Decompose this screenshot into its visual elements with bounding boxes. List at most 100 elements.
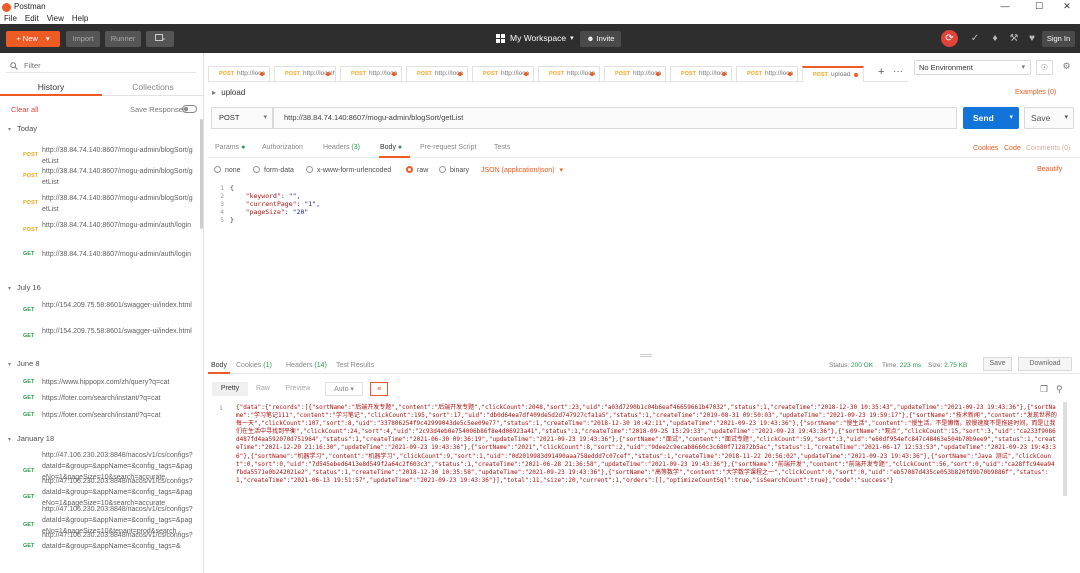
minimize-button[interactable]: — <box>990 0 1020 13</box>
resp-tab-cookies[interactable]: Cookies (1) <box>236 362 272 369</box>
request-body-editor[interactable]: 1{2 "keyword": "", 3 "currentPage": "1", 4… <box>210 180 1078 350</box>
tab-pre-request-script[interactable]: Pre-request Script <box>420 144 476 151</box>
add-tab-button[interactable]: + <box>878 66 884 78</box>
json-colon: : <box>284 208 293 216</box>
body-format-select[interactable]: JSON (application/json) ▾ <box>481 166 563 174</box>
menu-view[interactable]: View <box>47 13 64 24</box>
request-tab[interactable]: POST http://loca <box>670 66 732 82</box>
examples-dropdown[interactable]: Examples (0) <box>1015 89 1056 96</box>
runner-button[interactable]: Runner <box>105 31 141 47</box>
chevron-down-icon[interactable]: ▾ <box>1064 108 1068 128</box>
resp-tab-body[interactable]: Body <box>211 362 227 369</box>
more-tabs-icon[interactable]: ··· <box>893 66 903 77</box>
request-name[interactable]: ▸ upload <box>212 88 245 97</box>
bell-icon[interactable]: ♦ <box>988 32 1002 46</box>
history-item[interactable]: POST http://38.84.74.140:8607/mogu-admin/… <box>0 166 200 188</box>
tab-params[interactable]: Params ● <box>215 144 245 151</box>
response-scrollbar[interactable] <box>1063 402 1067 496</box>
new-button[interactable]: + New ▾ <box>6 31 60 47</box>
tab-collections[interactable]: Collections <box>102 82 203 92</box>
request-tab[interactable]: POST http://loca <box>538 66 600 82</box>
tab-body[interactable]: Body ● <box>380 144 402 151</box>
history-group-header[interactable]: ▾ June 8 <box>8 359 40 368</box>
new-window-button[interactable] <box>146 31 174 47</box>
save-responses-toggle[interactable] <box>182 105 197 113</box>
sync-icon[interactable]: ⟳ <box>941 30 958 47</box>
history-item[interactable]: GET http://38.84.74.140:8607/mogu-admin/a… <box>0 249 200 260</box>
request-tab[interactable]: POST http://loca <box>208 66 270 82</box>
comments-link[interactable]: Comments (0) <box>1026 145 1070 152</box>
request-tab[interactable]: POST http://loca <box>736 66 798 82</box>
history-item[interactable]: POST http://38.84.74.140:8607/mogu-admin/… <box>0 145 200 167</box>
tab-tests[interactable]: Tests <box>494 144 510 151</box>
environment-select[interactable]: No Environment ▾ <box>914 60 1031 75</box>
search-icon[interactable]: ⚲ <box>1056 384 1063 395</box>
history-group-header[interactable]: ▾ January 18 <box>8 434 54 443</box>
tab-headers[interactable]: Headers (3) <box>323 144 360 151</box>
request-tab[interactable]: POST http://loca <box>472 66 534 82</box>
history-group-header[interactable]: ▾ Today <box>8 124 37 133</box>
radio-none[interactable]: none <box>214 166 241 174</box>
import-button[interactable]: Import <box>66 31 100 47</box>
invite-button[interactable]: ☻ Invite <box>580 31 621 47</box>
tab-history[interactable]: History <box>0 82 102 92</box>
save-response-button[interactable]: Save <box>983 357 1012 371</box>
save-button[interactable]: Save ▾ <box>1024 107 1074 129</box>
heart-icon[interactable]: ♥ <box>1025 32 1039 46</box>
format-select[interactable]: Auto ▾ <box>325 382 363 396</box>
menu-file[interactable]: File <box>4 13 17 24</box>
satellite-icon[interactable]: ✓ <box>968 32 982 46</box>
pretty-button[interactable]: Pretty <box>212 382 248 396</box>
sign-in-button[interactable]: Sign In <box>1042 31 1075 47</box>
request-tab[interactable]: POST http://loca <box>340 66 402 82</box>
add-user-icon: ☻ <box>586 34 595 43</box>
tab-authorization[interactable]: Authorization <box>262 144 303 151</box>
history-item[interactable]: GET https://foter.com/search/instant/?q=c… <box>0 410 200 421</box>
raw-button[interactable]: Raw <box>250 382 276 396</box>
chevron-down-icon[interactable]: ▾ <box>1009 107 1013 129</box>
close-button[interactable]: ✕ <box>1052 0 1080 13</box>
filter-input[interactable] <box>24 59 194 72</box>
gear-icon[interactable]: ⚙ <box>1058 60 1075 75</box>
history-item[interactable]: GET https://www.hippopx.com/zh/query?q=ca… <box>0 377 200 388</box>
menu-edit[interactable]: Edit <box>25 13 39 24</box>
menu-help[interactable]: Help <box>72 13 88 24</box>
resp-tab-test-results[interactable]: Test Results <box>336 362 374 369</box>
copy-icon[interactable]: ❐ <box>1040 384 1048 395</box>
preview-button[interactable]: Preview <box>278 382 318 396</box>
url-input[interactable]: http://38.84.74.140:8607/mogu-admin/blog… <box>273 107 957 129</box>
response-body[interactable]: 1 {"data":{"records":[{"sortName":"后端开发专… <box>210 402 1070 572</box>
history-item[interactable]: GET http://47.106.230.203:8848/nacos/v1/c… <box>0 530 200 563</box>
radio-x-www-form-urlencoded[interactable]: x-www-form-urlencoded <box>306 166 391 174</box>
request-tab[interactable]: POST http://loca <box>604 66 666 82</box>
cookies-link[interactable]: Cookies <box>973 145 998 152</box>
history-item[interactable]: GET http://154.209.75.58:8601/swagger-ui/… <box>0 326 200 348</box>
request-tab[interactable]: POST upload <box>802 66 864 82</box>
history-item[interactable]: POST http://38.84.74.140:8607/mogu-admin/… <box>0 193 200 215</box>
wrap-lines-icon[interactable]: ≡ <box>370 382 388 396</box>
radio-binary[interactable]: binary <box>439 166 469 174</box>
history-item[interactable]: POST http://38.84.74.140:8607/mogu-admin/… <box>0 220 200 242</box>
download-button[interactable]: Download <box>1018 357 1072 371</box>
code-link[interactable]: Code <box>1004 145 1021 152</box>
resp-tab-headers[interactable]: Headers (14) <box>286 362 327 369</box>
clear-all-button[interactable]: Clear all <box>11 105 39 114</box>
request-tab[interactable]: POSThttp://localhos <box>274 66 336 82</box>
maximize-button[interactable]: ☐ <box>1024 0 1054 13</box>
wrench-icon[interactable]: ⚒ <box>1007 32 1021 46</box>
radio-raw[interactable]: raw <box>406 166 428 174</box>
radio-form-data[interactable]: form-data <box>253 166 294 174</box>
eye-icon[interactable]: ☉ <box>1036 60 1053 75</box>
method-select[interactable]: POST ▾ <box>211 107 273 129</box>
unsaved-dot-icon <box>392 72 396 76</box>
request-tab[interactable]: POST http://loca <box>406 66 468 82</box>
sidebar-scrollbar[interactable] <box>200 119 203 229</box>
history-item[interactable]: GET http://154.209.75.58:8601/swagger-ui/… <box>0 300 200 322</box>
history-item[interactable]: GET https://foter.com/search/instant/?q=c… <box>0 393 200 404</box>
drag-handle-icon[interactable] <box>640 354 652 357</box>
workspace-selector[interactable]: My Workspace ▾ <box>496 33 574 43</box>
beautify-button[interactable]: Beautify <box>1037 166 1062 173</box>
filter-box[interactable] <box>6 59 196 73</box>
history-group-header[interactable]: ▾ July 16 <box>8 283 41 292</box>
send-button[interactable]: Send ▾ <box>963 107 1019 129</box>
